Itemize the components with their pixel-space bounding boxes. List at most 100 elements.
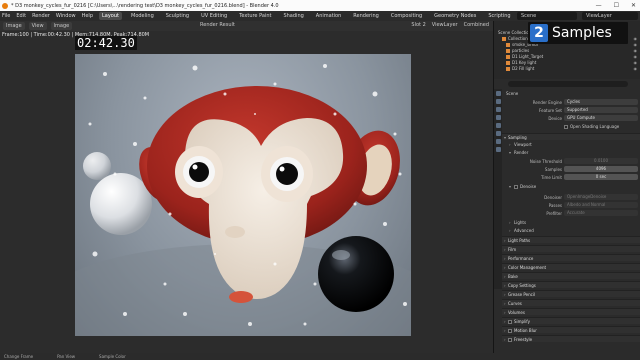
- section-film[interactable]: › Film: [502, 245, 640, 252]
- window-controls: — ☐ ✕: [596, 2, 636, 9]
- scene-tab-icon[interactable]: [496, 123, 501, 128]
- render-slot-controls: Slot 2 ViewLayer Combined: [411, 22, 489, 28]
- section-simplify[interactable]: › Simplify: [502, 317, 640, 324]
- editor-type-button[interactable]: Image: [3, 22, 25, 30]
- chevron-right-icon: ›: [509, 228, 511, 233]
- view-menu[interactable]: View: [28, 22, 47, 30]
- render-result-field[interactable]: Render Result: [200, 22, 235, 28]
- render-timecode: 02:42.30: [75, 36, 137, 50]
- section-color-management[interactable]: › Color Management: [502, 263, 640, 270]
- properties-tab-column: [494, 89, 502, 289]
- image-editor-header: Image View Image Render Result Slot 2 Vi…: [0, 21, 493, 31]
- status-hint-pan-view: Pan View: [57, 354, 76, 359]
- prefilter-row: Prefilter Accurate: [504, 210, 640, 217]
- visibility-eye-icon[interactable]: ◉: [634, 66, 638, 72]
- render-tab-icon[interactable]: [496, 99, 501, 104]
- output-tab-icon[interactable]: [496, 107, 501, 112]
- osl-checkbox[interactable]: [564, 125, 568, 129]
- tab-layout[interactable]: Layout: [99, 12, 122, 20]
- window-title: * D3 monkey_cycles_fur_0216 [C:\Users\..…: [11, 2, 279, 9]
- outliner-row[interactable]: D2 Fill light ◉: [494, 66, 640, 72]
- tool-tab-icon[interactable]: [496, 91, 501, 96]
- render-engine-dropdown[interactable]: Cycles: [564, 99, 638, 105]
- texture-tab-icon[interactable]: [496, 147, 501, 152]
- tab-shading[interactable]: Shading: [280, 12, 306, 20]
- motion-blur-checkbox[interactable]: [508, 329, 512, 333]
- section-copy-settings[interactable]: › Copy Settings: [502, 281, 640, 288]
- breadcrumb: Scene: [506, 91, 519, 96]
- prefilter-dropdown[interactable]: Accurate: [564, 210, 638, 216]
- image-menu[interactable]: Image: [50, 22, 73, 30]
- time-limit-label: Time Limit: [541, 175, 562, 180]
- menu-edit[interactable]: Edit: [16, 13, 26, 19]
- pass-selector[interactable]: Combined: [464, 22, 489, 28]
- section-freestyle[interactable]: › Freestyle: [502, 335, 640, 342]
- section-bake[interactable]: › Bake: [502, 272, 640, 279]
- denoise-checkbox[interactable]: [514, 185, 518, 189]
- time-limit-field[interactable]: 0 sec: [564, 174, 638, 180]
- chevron-right-icon: ›: [504, 265, 506, 270]
- noise-threshold-label: Noise Threshold: [529, 159, 562, 164]
- menu-window[interactable]: Window: [56, 13, 76, 19]
- osl-row[interactable]: Open Shading Language: [504, 123, 640, 130]
- subsection-viewport[interactable]: › Viewport: [508, 141, 638, 148]
- tab-modeling[interactable]: Modeling: [128, 12, 157, 20]
- tab-uv-editing[interactable]: UV Editing: [198, 12, 230, 20]
- blender-logo-icon: [2, 2, 8, 9]
- chevron-right-icon: ›: [504, 283, 506, 288]
- view-layer-tab-icon[interactable]: [496, 115, 501, 120]
- subsection-lights[interactable]: › Lights: [508, 219, 638, 226]
- chevron-right-icon: ›: [509, 220, 511, 225]
- menu-help[interactable]: Help: [82, 13, 93, 19]
- samples-field[interactable]: 4096: [564, 166, 638, 172]
- scene-selector[interactable]: Scene: [517, 12, 577, 20]
- device-row: Device GPU Compute: [504, 115, 640, 122]
- freestyle-checkbox[interactable]: [508, 338, 512, 342]
- world-tab-icon[interactable]: [496, 131, 501, 136]
- status-hint-sample-color: Sample Color: [99, 354, 126, 359]
- slot-selector[interactable]: Slot 2: [411, 22, 425, 28]
- section-curves[interactable]: › Curves: [502, 299, 640, 306]
- close-button[interactable]: ✕: [631, 2, 636, 9]
- tab-compositing[interactable]: Compositing: [388, 12, 425, 20]
- collection-tab-icon[interactable]: [496, 139, 501, 144]
- properties-search-input[interactable]: [508, 81, 628, 87]
- viewlayer-selector[interactable]: ViewLayer: [432, 22, 458, 28]
- tab-texture-paint[interactable]: Texture Paint: [236, 12, 274, 20]
- device-dropdown[interactable]: GPU Compute: [564, 115, 638, 121]
- view-layer-selector[interactable]: ViewLayer: [582, 12, 638, 20]
- section-performance[interactable]: › Performance: [502, 254, 640, 261]
- tab-animation[interactable]: Animation: [313, 12, 345, 20]
- simplify-checkbox[interactable]: [508, 320, 512, 324]
- denoiser-dropdown[interactable]: OpenImageDenoise: [564, 194, 638, 200]
- feature-set-dropdown[interactable]: Supported: [564, 107, 638, 113]
- object-icon: [506, 43, 510, 47]
- section-sampling[interactable]: ▾ Sampling: [502, 133, 640, 140]
- menu-file[interactable]: File: [2, 13, 10, 19]
- section-light-paths[interactable]: › Light Paths: [502, 236, 640, 243]
- chevron-down-icon: ▾: [509, 150, 512, 155]
- section-grease-pencil[interactable]: › Grease Pencil: [502, 290, 640, 297]
- chevron-right-icon: ›: [504, 238, 506, 243]
- subsection-render[interactable]: ▾ Render: [508, 149, 638, 156]
- menu-render[interactable]: Render: [32, 13, 50, 19]
- noise-threshold-field[interactable]: 0.0100: [564, 158, 638, 164]
- section-motion-blur[interactable]: › Motion Blur: [502, 326, 640, 333]
- chevron-right-icon: ›: [504, 328, 506, 333]
- tab-rendering[interactable]: Rendering: [350, 12, 382, 20]
- light-icon: [506, 61, 510, 65]
- tab-sculpting[interactable]: Sculpting: [163, 12, 192, 20]
- maximize-button[interactable]: ☐: [614, 2, 619, 9]
- subsection-denoise[interactable]: ▾ Denoise: [508, 183, 638, 190]
- render-engine-row: Render Engine Cycles: [504, 99, 640, 106]
- chevron-right-icon: ›: [504, 337, 506, 342]
- section-volumes[interactable]: › Volumes: [502, 308, 640, 315]
- passes-dropdown[interactable]: Albedo and Normal: [564, 202, 638, 208]
- object-icon: [506, 49, 510, 53]
- samples-label: Samples: [544, 167, 562, 172]
- minimize-button[interactable]: —: [596, 2, 602, 9]
- tab-geometry-nodes[interactable]: Geometry Nodes: [431, 12, 479, 20]
- subsection-advanced[interactable]: › Advanced: [508, 227, 638, 234]
- prefilter-label: Prefilter: [546, 211, 562, 216]
- tab-scripting[interactable]: Scripting: [485, 12, 513, 20]
